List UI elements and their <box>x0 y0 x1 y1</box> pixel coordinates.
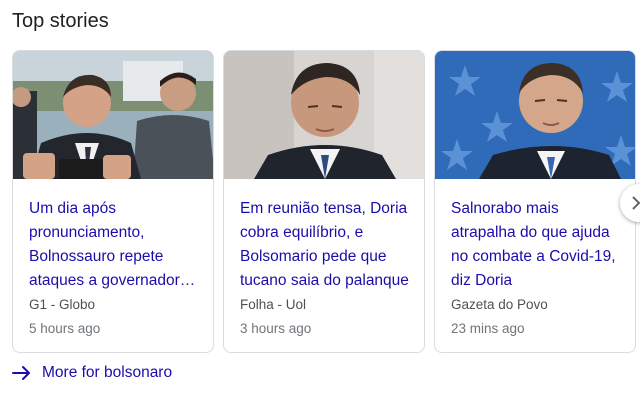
story-card-3[interactable]: Salnorabo mais atrapalha do que ajuda no… <box>434 50 636 353</box>
story-thumbnail-3[interactable] <box>435 51 635 179</box>
top-stories-carousel: Um dia após pronunciamento, Bolnossauro … <box>12 50 640 356</box>
story-headline-1[interactable]: Um dia após pronunciamento, Bolnossauro … <box>29 197 203 293</box>
story-time-3: 23 mins ago <box>451 321 525 336</box>
more-stories-label: More for bolsonaro <box>42 364 173 381</box>
more-stories-link[interactable]: More for bolsonaro <box>12 360 172 386</box>
story-time-1: 5 hours ago <box>29 321 101 336</box>
story-thumbnail-2[interactable] <box>224 51 424 179</box>
story-source-2: Folha - Uol <box>240 297 307 312</box>
chevron-right-icon <box>632 196 640 210</box>
section-title: Top stories <box>12 10 109 32</box>
story-source-3: Gazeta do Povo <box>451 297 548 312</box>
story-card-2[interactable]: Em reunião tensa, Doria cobra equilíbrio… <box>223 50 425 353</box>
story-thumbnail-1[interactable] <box>13 51 213 179</box>
story-headline-3[interactable]: Salnorabo mais atrapalha do que ajuda no… <box>451 197 625 293</box>
arrow-right-icon <box>12 366 30 380</box>
story-time-2: 3 hours ago <box>240 321 312 336</box>
story-headline-2[interactable]: Em reunião tensa, Doria cobra equilíbrio… <box>240 197 414 293</box>
story-source-1: G1 - Globo <box>29 297 96 312</box>
story-card-1[interactable]: Um dia após pronunciamento, Bolnossauro … <box>12 50 214 353</box>
